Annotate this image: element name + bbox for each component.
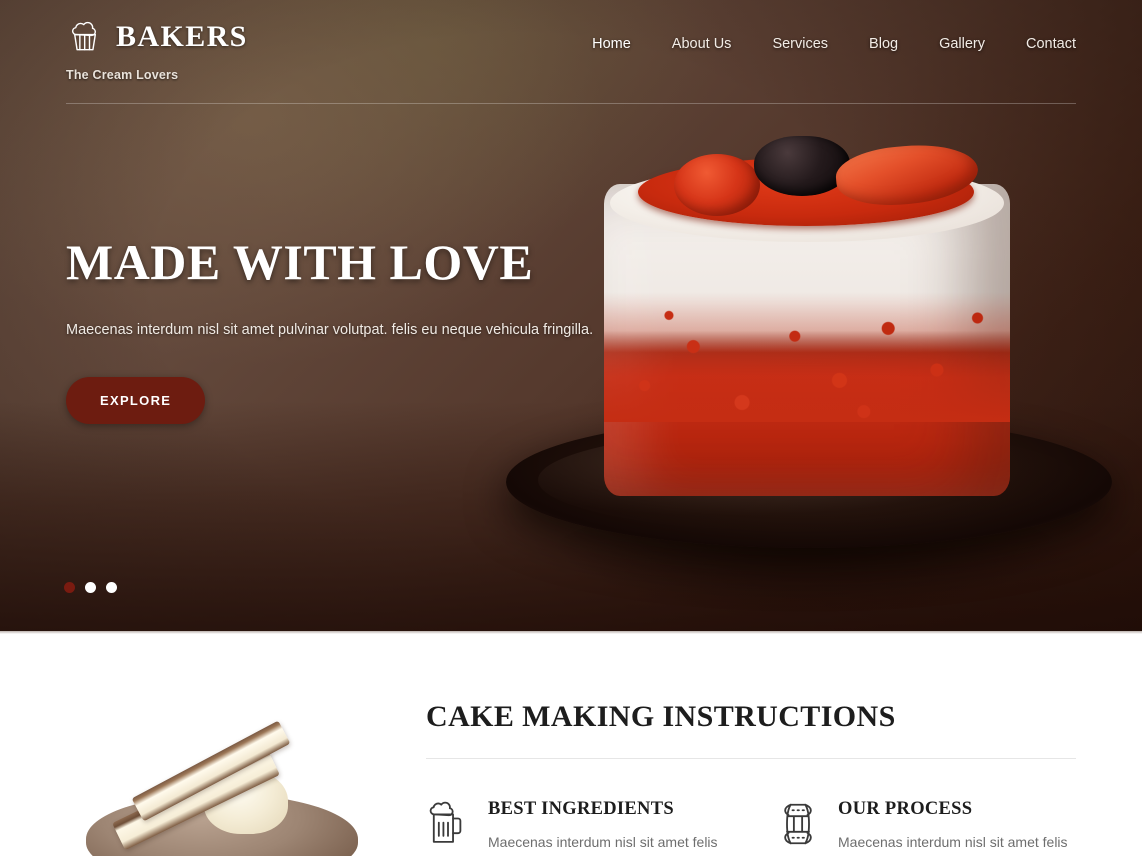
hero-content: MADE WITH LOVE Maecenas interdum nisl si… [66,234,626,425]
header-divider [66,103,1076,104]
hero-title: MADE WITH LOVE [66,234,534,290]
nav-item-home[interactable]: Home [592,36,631,52]
feature-description: Maecenas interdum nisl sit amet felis [488,834,718,850]
main-navigation: Home About Us Services Blog Gallery Cont… [592,36,1076,52]
slider-dots [64,582,117,593]
feature-text-block: BEST INGREDIENTS Maecenas interdum nisl … [488,799,718,853]
brand-name: BAKERS [116,20,248,53]
dessert-image [72,720,372,856]
section-top-shadow [0,631,1142,634]
hero-subtitle: Maecenas interdum nisl sit amet pulvinar… [66,321,594,338]
blackberry-topping [754,136,850,196]
cake-crumb-texture [604,292,1010,422]
raspberry-topping [674,154,760,216]
nav-item-contact[interactable]: Contact [1026,36,1076,52]
nav-item-blog[interactable]: Blog [869,36,898,52]
page-root: BAKERS The Cream Lovers Home About Us Se… [0,0,1142,856]
feature-best-ingredients: BEST INGREDIENTS Maecenas interdum nisl … [426,799,726,853]
feature-text-block: OUR PROCESS Maecenas interdum nisl sit a… [838,799,1068,853]
site-tagline: The Cream Lovers [66,68,179,82]
slider-dot-1[interactable] [64,582,75,593]
explore-button[interactable]: EXPLORE [66,377,206,425]
feature-description: Maecenas interdum nisl sit amet felis [838,834,1068,850]
slider-dot-3[interactable] [106,582,117,593]
site-header: BAKERS The Cream Lovers Home About Us Se… [0,0,1142,104]
section-divider [426,758,1076,759]
cupcake-icon [71,21,97,51]
feature-title: OUR PROCESS [838,799,973,819]
barrel-icon [784,803,812,845]
section-title: CAKE MAKING INSTRUCTIONS [426,700,896,733]
nav-item-gallery[interactable]: Gallery [939,36,985,52]
nav-item-services[interactable]: Services [772,36,828,52]
feature-title: BEST INGREDIENTS [488,799,674,819]
beer-mug-icon [429,801,462,843]
logo[interactable]: BAKERS [66,18,248,56]
feature-our-process: OUR PROCESS Maecenas interdum nisl sit a… [776,799,1086,853]
slider-dot-2[interactable] [85,582,96,593]
nav-item-about-us[interactable]: About Us [672,36,732,52]
hero-section: BAKERS The Cream Lovers Home About Us Se… [0,0,1142,631]
